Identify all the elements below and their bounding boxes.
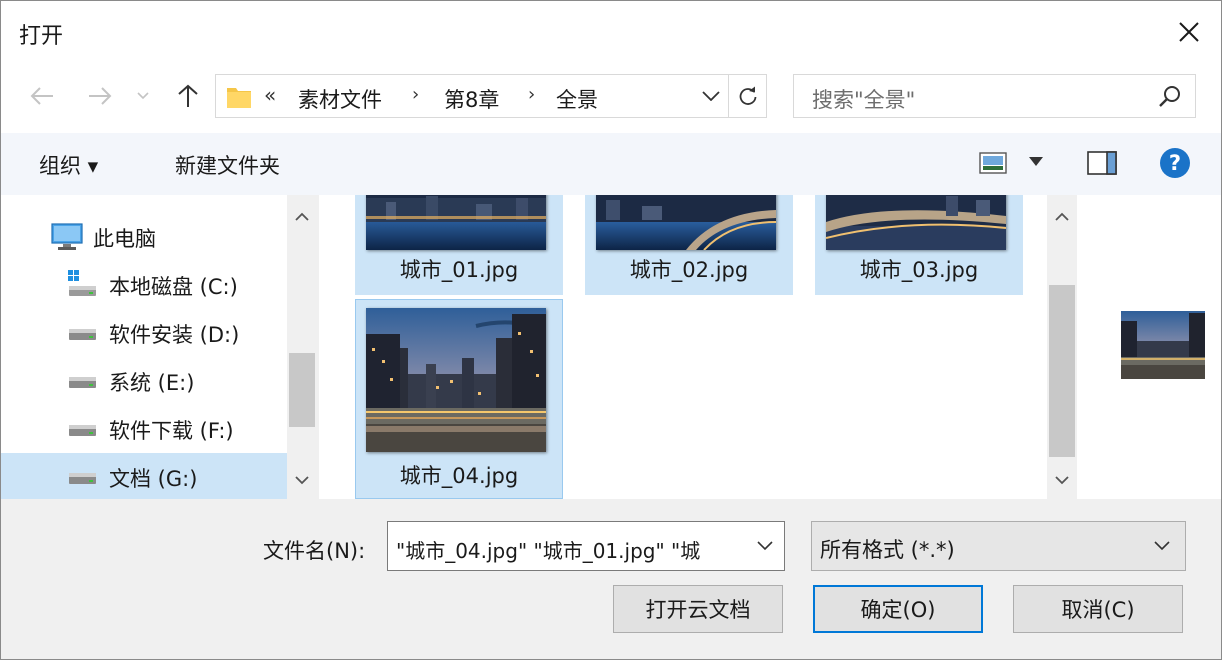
- nav-item-label: 此电脑: [93, 227, 156, 251]
- refresh-icon: [739, 86, 756, 105]
- new-folder-button[interactable]: 新建文件夹: [175, 150, 280, 180]
- breadcrumb-item[interactable]: 全景: [556, 84, 598, 114]
- chevron-down-icon: [137, 92, 149, 100]
- scroll-up-button[interactable]: [1047, 199, 1077, 233]
- view-mode-icon[interactable]: [979, 151, 1007, 175]
- back-arrow-icon: [30, 87, 53, 105]
- close-icon: [1179, 22, 1199, 42]
- search-placeholder: 搜索"全景": [812, 88, 916, 112]
- file-name: 城市_03.jpg: [859, 258, 979, 282]
- file-tile[interactable]: 城市_01.jpg: [355, 195, 563, 295]
- nav-item-label: 软件安装 (D:): [109, 323, 240, 347]
- nav-item-label: 文档 (G:): [109, 467, 198, 491]
- filename-label: 文件名(N):: [263, 539, 366, 563]
- file-tile[interactable]: 城市_04.jpg: [355, 299, 563, 499]
- file-tile[interactable]: 城市_02.jpg: [585, 195, 793, 295]
- close-button[interactable]: [1157, 1, 1221, 63]
- filename-value: "城市_04.jpg" "城市_01.jpg" "城: [396, 539, 701, 563]
- drive-icon: [69, 329, 96, 340]
- drive-icon: [69, 425, 96, 436]
- organize-menu[interactable]: 组织 ▾: [39, 150, 98, 180]
- file-name: 城市_02.jpg: [629, 258, 749, 282]
- breadcrumb-item[interactable]: 素材文件: [298, 84, 382, 114]
- ok-button[interactable]: 确定(O): [813, 585, 983, 633]
- file-thumbnail: [366, 308, 546, 452]
- dialog-footer: 文件名(N): "城市_04.jpg" "城市_01.jpg" "城 所有格式 …: [1, 499, 1221, 659]
- forward-arrow-icon: [89, 87, 112, 105]
- filename-history-dropdown[interactable]: [750, 522, 780, 570]
- chevron-up-icon: [295, 212, 309, 221]
- file-type-filter[interactable]: 所有格式 (*.*): [811, 521, 1186, 571]
- nav-item-this-pc[interactable]: 此电脑: [1, 213, 287, 259]
- navigation-pane: 此电脑 本地磁盘 (C:) 软件安装 (D:) 系统 (E:) 软件下载 (F:…: [1, 195, 287, 499]
- file-type-value: 所有格式 (*.*): [820, 538, 955, 562]
- file-name: 城市_04.jpg: [399, 464, 519, 488]
- nav-item-drive-e[interactable]: 系统 (E:): [1, 357, 287, 403]
- filename-input[interactable]: "城市_04.jpg" "城市_01.jpg" "城: [387, 521, 785, 571]
- chevron-down-icon: [1154, 541, 1170, 551]
- preview-pane: [1077, 195, 1221, 499]
- up-arrow-icon: [178, 84, 198, 107]
- nav-item-label: 软件下载 (F:): [109, 419, 234, 443]
- chevron-up-icon: [1055, 212, 1069, 221]
- preview-pane-icon[interactable]: [1087, 150, 1117, 176]
- file-list: 城市_01.jpg 城市_02.jpg 城市_03.jpg 城市_04.jpg: [319, 195, 1047, 499]
- nav-item-drive-f[interactable]: 软件下载 (F:): [1, 405, 287, 451]
- view-options-chevron-icon[interactable]: [1029, 157, 1043, 167]
- scroll-thumb[interactable]: [1049, 285, 1075, 457]
- chevron-down-icon: [702, 91, 720, 101]
- nav-item-label: 本地磁盘 (C:): [109, 275, 238, 299]
- file-tile[interactable]: 城市_03.jpg: [815, 195, 1023, 295]
- file-thumbnail: [826, 195, 1006, 250]
- command-bar: 组织 ▾ 新建文件夹 ?: [1, 133, 1221, 195]
- up-button[interactable]: [171, 79, 205, 113]
- nav-item-drive-c[interactable]: 本地磁盘 (C:): [1, 261, 287, 307]
- chevron-down-icon: [295, 475, 309, 484]
- drive-icon: [69, 377, 96, 388]
- file-type-dropdown[interactable]: [1147, 522, 1177, 570]
- folder-icon: [227, 88, 251, 108]
- file-name: 城市_01.jpg: [399, 258, 519, 282]
- preview-image: [1121, 311, 1205, 379]
- chevron-down-icon: [1055, 475, 1069, 484]
- address-row: « 素材文件 › 第8章 › 全景 搜索"全景": [1, 63, 1221, 133]
- address-history-dropdown[interactable]: [694, 75, 728, 117]
- address-bar[interactable]: « 素材文件 › 第8章 › 全景: [215, 74, 767, 118]
- search-icon: [1159, 86, 1180, 107]
- nav-item-drive-g[interactable]: 文档 (G:): [1, 453, 287, 499]
- file-thumbnail: [366, 195, 546, 250]
- refresh-button[interactable]: [728, 75, 766, 117]
- file-list-scrollbar[interactable]: [1047, 195, 1077, 499]
- chevron-down-icon: [757, 541, 773, 551]
- nav-item-drive-d[interactable]: 软件安装 (D:): [1, 309, 287, 355]
- help-icon[interactable]: ?: [1159, 147, 1191, 179]
- open-file-dialog: 打开 « 素材文件 › 第8章 › 全景 搜索"全景" 组织 ▾ 新建文件夹 ?…: [0, 0, 1222, 660]
- windows-drive-icon: [68, 270, 96, 296]
- open-cloud-docs-button[interactable]: 打开云文档: [613, 585, 783, 633]
- forward-button[interactable]: [83, 79, 117, 113]
- breadcrumb-item[interactable]: 第8章: [444, 84, 499, 114]
- cancel-button[interactable]: 取消(C): [1013, 585, 1183, 633]
- back-button[interactable]: [25, 79, 59, 113]
- search-box[interactable]: 搜索"全景": [793, 74, 1196, 118]
- scroll-thumb[interactable]: [289, 353, 315, 427]
- scroll-down-button[interactable]: [1047, 463, 1077, 497]
- nav-item-label: 系统 (E:): [109, 371, 195, 395]
- scroll-up-button[interactable]: [287, 199, 317, 233]
- recent-locations-button[interactable]: [131, 79, 155, 113]
- nav-scrollbar[interactable]: [287, 195, 317, 499]
- breadcrumb-separator: ›: [528, 84, 536, 105]
- drive-icon: [69, 473, 96, 484]
- title-bar: 打开: [1, 1, 1221, 63]
- breadcrumb-overflow[interactable]: «: [264, 83, 276, 107]
- breadcrumb-separator: ›: [412, 84, 420, 105]
- scroll-down-button[interactable]: [287, 463, 317, 497]
- svg-text:?: ?: [1169, 151, 1181, 175]
- dialog-title: 打开: [19, 24, 64, 49]
- file-thumbnail: [596, 195, 776, 250]
- computer-icon: [51, 223, 83, 250]
